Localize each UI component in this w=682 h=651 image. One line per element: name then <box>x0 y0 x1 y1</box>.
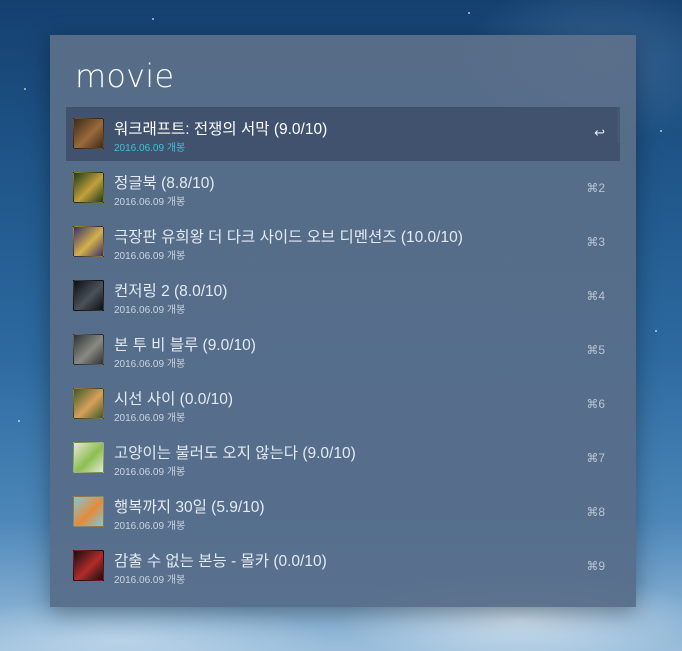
result-row[interactable]: 고양이는 불러도 오지 않는다 (9.0/10) 2016.06.09 개봉 ⌘7 <box>66 431 620 485</box>
result-release-date: 2016.06.09 개봉 <box>114 575 186 586</box>
shortcut-hint: ⌘6 <box>586 397 605 411</box>
movie-poster-thumbnail <box>73 442 104 473</box>
result-title: 본 투 비 블루 (9.0/10) <box>114 337 256 354</box>
result-row[interactable]: 컨저링 2 (8.0/10) 2016.06.09 개봉 ⌘4 <box>66 269 620 323</box>
result-title: 워크래프트: 전쟁의 서막 (9.0/10) <box>114 121 328 138</box>
movie-poster-thumbnail <box>73 550 104 581</box>
result-release-date: 2016.06.09 개봉 <box>114 413 186 424</box>
result-row[interactable]: 극장판 유희왕 더 다크 사이드 오브 디멘션즈 (10.0/10) 2016.0… <box>66 215 620 269</box>
movie-poster-thumbnail <box>73 280 104 311</box>
results-list: 워크래프트: 전쟁의 서막 (9.0/10) 2016.06.09 개봉 ↩ 정글북 … <box>66 107 620 593</box>
result-release-date: 2016.06.09 개봉 <box>114 521 186 532</box>
result-title: 정글북 (8.8/10) <box>114 175 215 192</box>
result-release-date: 2016.06.09 개봉 <box>114 467 186 478</box>
shortcut-hint: ⌘8 <box>586 505 605 519</box>
result-title: 고양이는 불러도 오지 않는다 (9.0/10) <box>114 445 356 462</box>
movie-poster-thumbnail <box>73 334 104 365</box>
result-title: 행복까지 30일 (5.9/10) <box>114 499 265 516</box>
return-key-icon: ↩ <box>594 125 605 140</box>
result-row[interactable]: 본 투 비 블루 (9.0/10) 2016.06.09 개봉 ⌘5 <box>66 323 620 377</box>
result-title: 극장판 유희왕 더 다크 사이드 오브 디멘션즈 (10.0/10) <box>114 229 463 246</box>
movie-poster-thumbnail <box>73 496 104 527</box>
movie-poster-thumbnail <box>73 388 104 419</box>
result-release-date: 2016.06.09 개봉 <box>114 143 186 154</box>
result-row[interactable]: 시선 사이 (0.0/10) 2016.06.09 개봉 ⌘6 <box>66 377 620 431</box>
launcher-panel: movie 워크래프트: 전쟁의 서막 (9.0/10) 2016.06.09 개… <box>50 35 636 607</box>
result-row[interactable]: 감출 수 없는 본능 - 몰카 (0.0/10) 2016.06.09 개봉 ⌘9 <box>66 539 620 593</box>
result-title: 컨저링 2 (8.0/10) <box>114 283 228 300</box>
result-row[interactable]: 행복까지 30일 (5.9/10) 2016.06.09 개봉 ⌘8 <box>66 485 620 539</box>
shortcut-hint: ⌘5 <box>586 343 605 357</box>
movie-poster-thumbnail <box>73 226 104 257</box>
movie-poster-thumbnail <box>73 118 104 149</box>
result-row[interactable]: 정글북 (8.8/10) 2016.06.09 개봉 ⌘2 <box>66 161 620 215</box>
result-release-date: 2016.06.09 개봉 <box>114 305 186 316</box>
shortcut-hint: ⌘9 <box>586 559 605 573</box>
result-title: 감출 수 없는 본능 - 몰카 (0.0/10) <box>114 553 327 570</box>
movie-poster-thumbnail <box>73 172 104 203</box>
result-release-date: 2016.06.09 개봉 <box>114 197 186 208</box>
shortcut-hint: ⌘2 <box>586 181 605 195</box>
result-release-date: 2016.06.09 개봉 <box>114 359 186 370</box>
result-title: 시선 사이 (0.0/10) <box>114 391 234 408</box>
shortcut-hint: ⌘7 <box>586 451 605 465</box>
result-row[interactable]: 워크래프트: 전쟁의 서막 (9.0/10) 2016.06.09 개봉 ↩ <box>66 107 620 161</box>
result-release-date: 2016.06.09 개봉 <box>114 251 186 262</box>
shortcut-hint: ⌘4 <box>586 289 605 303</box>
search-query-input[interactable]: movie <box>75 57 174 95</box>
shortcut-hint: ⌘3 <box>586 235 605 249</box>
